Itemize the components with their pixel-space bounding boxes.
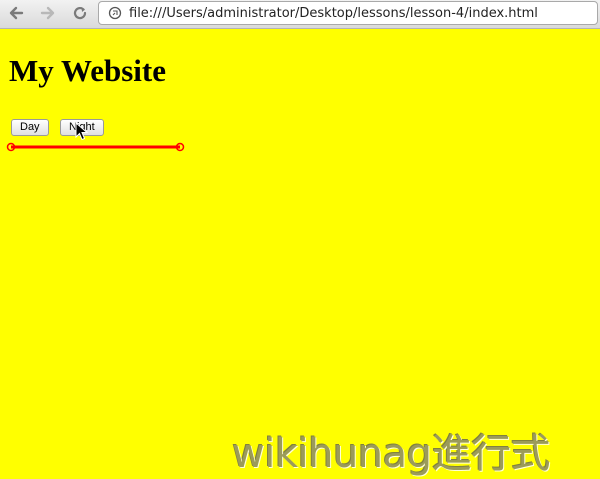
- web-page: My Website Day Night wikihunag進行式: [0, 29, 600, 477]
- forward-arrow-icon[interactable]: [38, 3, 58, 23]
- day-button[interactable]: Day: [11, 119, 49, 136]
- address-bar-url: file:///Users/administrator/Desktop/less…: [129, 5, 538, 21]
- browser-toolbar: file:///Users/administrator/Desktop/less…: [0, 0, 600, 29]
- red-line-divider: [6, 142, 185, 152]
- watermark-text: wikihunag進行式: [232, 431, 551, 477]
- address-bar[interactable]: file:///Users/administrator/Desktop/less…: [98, 1, 598, 25]
- page-title: My Website: [9, 53, 166, 88]
- mouse-pointer-icon: [75, 122, 89, 141]
- page-icon: [107, 5, 123, 21]
- reload-icon[interactable]: [70, 3, 90, 23]
- back-arrow-icon[interactable]: [6, 3, 26, 23]
